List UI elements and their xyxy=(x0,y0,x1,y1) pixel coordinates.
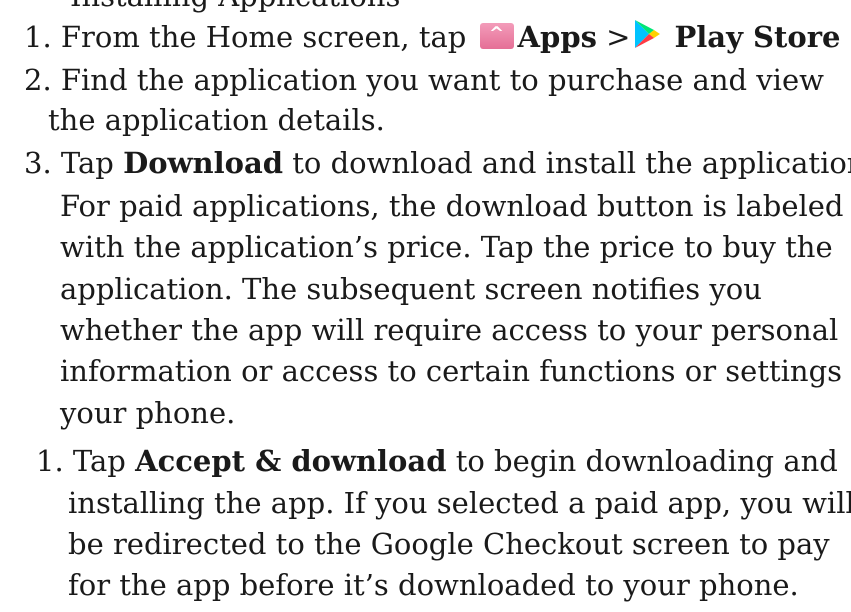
play-store-label: Play Store xyxy=(674,20,841,54)
step-3-line-1: 3. Tap Download to download and install … xyxy=(24,143,851,183)
step-1: 1. From the Home screen, tap ^ Apps > Pla… xyxy=(24,17,840,57)
sub-step-1-line: be redirected to the Google Checkout scr… xyxy=(68,527,830,561)
step-3-line: application. The subsequent screen notif… xyxy=(60,272,762,306)
step-2-line-1: 2. Find the application you want to purc… xyxy=(24,60,824,100)
document-page: Installing Applications 1. From the Home… xyxy=(0,0,851,612)
apps-label: Apps xyxy=(517,20,597,54)
sub-step-1-line-1: 1. Tap Accept & download to begin downlo… xyxy=(36,441,838,481)
step-3-rest: to download and install the application. xyxy=(292,146,851,180)
download-label: Download xyxy=(123,146,284,180)
apps-chevron-up-icon: ^ xyxy=(479,23,514,49)
step-3-number: 3. xyxy=(24,146,52,180)
separator: > xyxy=(606,20,631,54)
step-2-number: 2. xyxy=(24,63,52,97)
sub-step-1-rest: to begin downloading and xyxy=(455,444,838,478)
sub-step-1-line: for the app before it’s downloaded to yo… xyxy=(68,568,799,602)
step-3-line: information or access to certain functio… xyxy=(60,354,851,388)
accept-download-label: Accept & download xyxy=(135,444,447,478)
step-2-text: Find the application you want to purchas… xyxy=(60,63,824,97)
play-store-icon xyxy=(632,18,662,50)
step-1-text: From the Home screen, tap xyxy=(60,20,467,54)
sub-step-1-tap: Tap xyxy=(72,444,126,478)
step-2-line-2: the application details. xyxy=(48,103,385,137)
step-1-number: 1. xyxy=(24,20,52,54)
step-3-line: For paid applications, the download butt… xyxy=(60,189,844,223)
sub-step-1-line: installing the app. If you selected a pa… xyxy=(68,486,851,520)
step-3-tap: Tap xyxy=(60,146,114,180)
sub-step-1-number: 1. xyxy=(36,444,64,478)
step-3-line: your phone. xyxy=(60,396,236,430)
step-3-line: whether the app will require access to y… xyxy=(60,313,839,347)
step-3-line: with the application’s price. Tap the pr… xyxy=(60,230,833,264)
cut-off-heading: Installing Applications xyxy=(70,0,400,16)
